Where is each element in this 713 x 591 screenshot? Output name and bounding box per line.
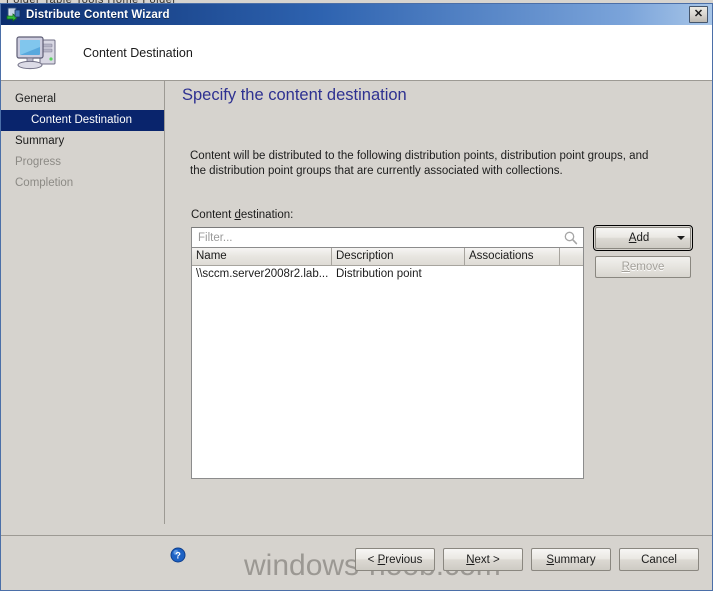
chevron-down-icon[interactable] — [672, 236, 690, 240]
table-row[interactable]: \\sccm.server2008r2.lab... Distribution … — [192, 266, 583, 283]
footer-button-group: < Previous Next > Summary Cancel — [355, 548, 699, 571]
add-button-label-rest: dd — [636, 232, 650, 244]
sidebar-item-content-destination[interactable]: Content Destination — [1, 110, 164, 131]
cell-description: Distribution point — [336, 268, 422, 280]
wizard-steps-sidebar: General Content Destination Summary Prog… — [1, 81, 165, 524]
wizard-footer: ? windows-noob.com < Previous Next > Sum… — [1, 535, 712, 590]
previous-button-mnemonic: P — [377, 553, 386, 566]
distribute-content-wizard-window: Distribute Content Wizard ✕ Content Dest… — [0, 3, 713, 591]
sidebar-item-progress: Progress — [15, 156, 62, 168]
cancel-button[interactable]: Cancel — [619, 548, 699, 571]
content-destination-label-post: estination: — [240, 209, 294, 221]
column-header-extra[interactable] — [560, 248, 583, 265]
summary-button-label: Summary — [546, 553, 596, 566]
filter-input[interactable]: Filter... — [191, 227, 584, 248]
cell-name: \\sccm.server2008r2.lab... — [196, 268, 329, 280]
content-destination-label-pre: Content — [191, 209, 235, 221]
grid-header-row: Name Description Associations — [192, 248, 583, 266]
screen-root: Folder Table Tools Home Folder Distribut… — [0, 0, 713, 591]
add-button-label: Add — [596, 232, 672, 244]
help-icon[interactable]: ? — [170, 547, 186, 563]
title-bar: Distribute Content Wizard ✕ — [1, 4, 712, 25]
next-button-mnemonic: N — [466, 553, 475, 566]
distribute-content-icon — [6, 7, 22, 23]
previous-button[interactable]: < Previous — [355, 548, 435, 571]
column-header-associations[interactable]: Associations — [465, 248, 560, 265]
svg-text:?: ? — [175, 551, 181, 562]
cell-associations — [465, 266, 560, 283]
header-title: Content Destination — [83, 45, 193, 60]
window-title: Distribute Content Wizard — [26, 8, 170, 21]
add-button[interactable]: Add — [593, 225, 693, 251]
content-destination-list: Filter... Name Description Associations … — [191, 227, 584, 480]
close-icon: ✕ — [693, 8, 704, 20]
filter-placeholder: Filter... — [198, 231, 233, 244]
remove-button-mnemonic: R — [621, 261, 630, 273]
summary-button-mnemonic: S — [546, 553, 555, 566]
wizard-body: General Content Destination Summary Prog… — [1, 81, 712, 524]
destination-grid: Name Description Associations \\sccm.ser… — [191, 248, 584, 479]
wizard-content-pane: Specify the content destination Content … — [165, 81, 712, 524]
next-button-label: Next > — [466, 553, 500, 566]
sidebar-item-summary[interactable]: Summary — [1, 131, 164, 152]
remove-button: Remove — [595, 256, 691, 278]
remove-button-label: Remove — [621, 261, 665, 273]
list-action-buttons: Add Remove — [593, 225, 693, 278]
wizard-header: Content Destination — [1, 25, 712, 81]
summary-button[interactable]: Summary — [531, 548, 611, 571]
page-title: Specify the content destination — [182, 86, 407, 104]
cancel-button-label: Cancel — [641, 553, 677, 566]
previous-button-label: < Previous — [367, 553, 423, 566]
computer-icon — [13, 31, 61, 75]
search-icon[interactable] — [563, 230, 579, 246]
next-button[interactable]: Next > — [443, 548, 523, 571]
sidebar-item-completion: Completion — [15, 177, 74, 189]
sidebar-item-general[interactable]: General — [1, 89, 164, 110]
close-button[interactable]: ✕ — [689, 6, 708, 23]
page-description: Content will be distributed to the follo… — [190, 150, 649, 177]
cell-extra — [560, 266, 583, 283]
content-destination-label: Content destination: — [191, 209, 293, 221]
column-header-description[interactable]: Description — [332, 248, 465, 265]
column-header-name[interactable]: Name — [192, 248, 332, 265]
